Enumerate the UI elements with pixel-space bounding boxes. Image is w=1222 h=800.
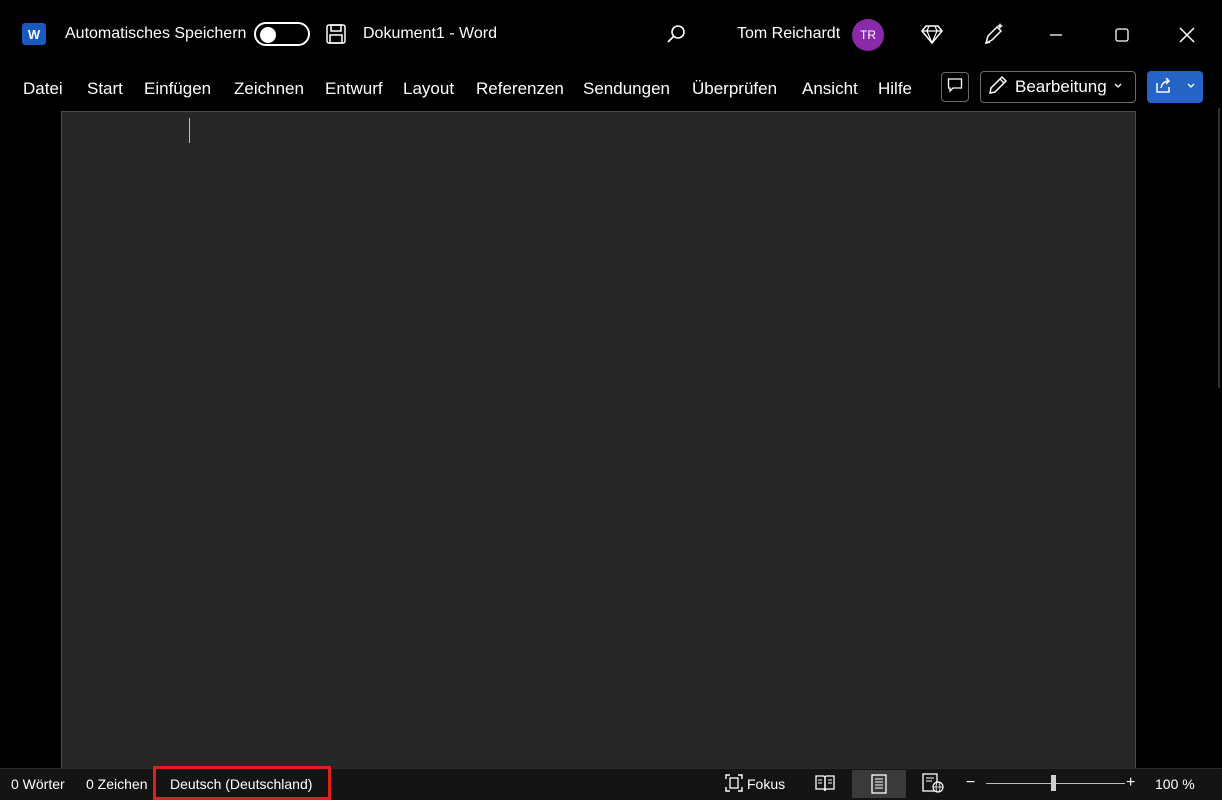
tab-ansicht[interactable]: Ansicht	[802, 79, 858, 99]
tab-referenzen[interactable]: Referenzen	[476, 79, 564, 99]
autosave-toggle[interactable]	[254, 22, 310, 46]
tab-entwurf[interactable]: Entwurf	[325, 79, 383, 99]
comment-icon	[947, 77, 963, 98]
editing-mode-label: Bearbeitung	[1015, 77, 1107, 96]
close-icon[interactable]	[1169, 18, 1205, 52]
editing-mode-button[interactable]: Bearbeitung	[980, 71, 1136, 103]
maximize-icon[interactable]	[1104, 18, 1140, 52]
tab-einfuegen[interactable]: Einfügen	[144, 79, 211, 99]
tab-layout[interactable]: Layout	[403, 79, 454, 99]
pencil-icon	[987, 74, 1009, 101]
zoom-in-button[interactable]: +	[1126, 774, 1135, 792]
chevron-down-icon	[1186, 78, 1196, 96]
comments-button[interactable]	[941, 72, 969, 102]
document-title[interactable]: Dokument1 - Word	[363, 25, 497, 43]
zoom-slider-thumb[interactable]	[1051, 775, 1056, 791]
avatar[interactable]: TR	[852, 19, 884, 51]
language-indicator[interactable]: Deutsch (Deutschland)	[170, 776, 312, 792]
text-cursor	[189, 118, 190, 143]
focus-label[interactable]: Fokus	[747, 776, 785, 792]
zoom-out-button[interactable]: −	[966, 774, 975, 792]
tab-start[interactable]: Start	[87, 79, 123, 99]
save-icon[interactable]	[326, 24, 346, 44]
tab-zeichnen[interactable]: Zeichnen	[234, 79, 304, 99]
document-page[interactable]	[61, 111, 1136, 771]
search-icon[interactable]	[665, 23, 687, 45]
tab-sendungen[interactable]: Sendungen	[583, 79, 670, 99]
designer-pen-icon[interactable]	[982, 21, 1006, 47]
focus-icon[interactable]	[722, 772, 746, 794]
autosave-label: Automatisches Speichern	[65, 25, 247, 42]
tab-hilfe[interactable]: Hilfe	[878, 79, 912, 99]
read-mode-icon[interactable]	[808, 772, 842, 794]
tab-ueberpruefen[interactable]: Überprüfen	[692, 79, 777, 99]
word-app-icon: W	[22, 23, 46, 45]
chevron-down-icon	[1113, 78, 1123, 96]
zoom-level[interactable]: 100 %	[1155, 776, 1195, 792]
word-count[interactable]: 0 Wörter	[11, 776, 65, 792]
web-layout-icon[interactable]	[918, 772, 948, 794]
diamond-icon[interactable]	[921, 23, 943, 45]
minimize-icon[interactable]	[1038, 18, 1074, 52]
user-name[interactable]: Tom Reichardt	[737, 25, 840, 43]
share-button[interactable]	[1147, 71, 1203, 103]
tab-datei[interactable]: Datei	[23, 79, 63, 99]
character-count[interactable]: 0 Zeichen	[86, 776, 147, 792]
print-layout-icon[interactable]	[852, 770, 906, 798]
vertical-scrollbar[interactable]	[1218, 108, 1220, 388]
share-icon	[1154, 76, 1172, 99]
